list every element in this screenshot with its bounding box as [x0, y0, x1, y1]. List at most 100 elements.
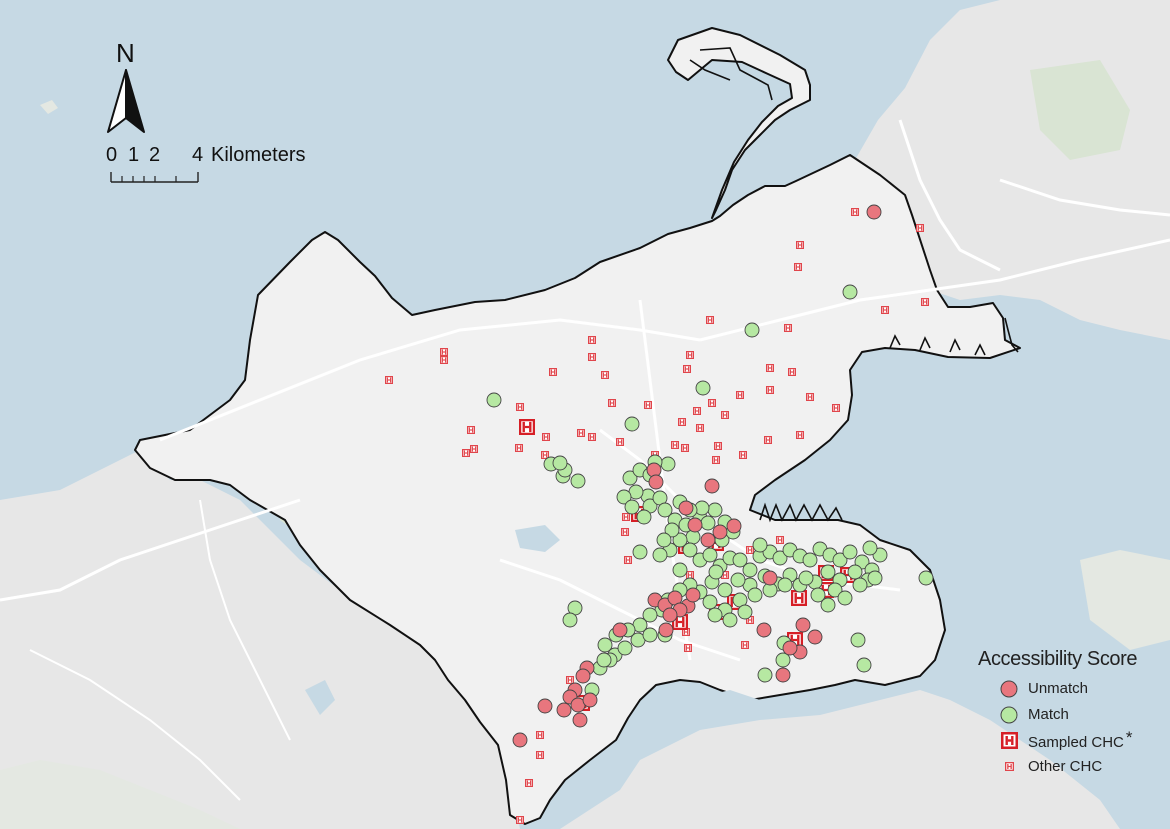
other-chc-marker	[683, 365, 691, 373]
other-chc-marker	[784, 324, 792, 332]
match-point	[617, 640, 633, 656]
match-point	[708, 564, 724, 580]
unmatch-point	[762, 570, 778, 586]
scale-label-2: 2	[149, 144, 161, 166]
unmatch-point	[662, 607, 678, 623]
match-point	[632, 544, 648, 560]
match-point	[730, 572, 746, 588]
other-chc-marker	[681, 444, 689, 452]
unmatch-point	[512, 732, 528, 748]
match-point	[624, 499, 640, 515]
other-chc-marker	[624, 556, 632, 564]
match-point	[707, 607, 723, 623]
match-point	[656, 532, 672, 548]
other-chc-marker	[796, 431, 804, 439]
match-point	[652, 547, 668, 563]
legend-label-match: Match	[1028, 706, 1069, 723]
legend-label-sampled-chc: Sampled CHC *	[1028, 728, 1133, 752]
other-chc-marker	[708, 399, 716, 407]
match-point	[717, 582, 733, 598]
other-chc-marker	[714, 442, 722, 450]
match-point	[702, 547, 718, 563]
other-chc-marker	[542, 433, 550, 441]
legend-item-sampled-chc: Sampled CHC *	[998, 728, 1168, 754]
legend-footnote-mark: *	[1125, 728, 1133, 747]
other-chc-marker	[644, 401, 652, 409]
other-chc-marker	[516, 816, 524, 824]
match-point	[862, 540, 878, 556]
sampled-chc-marker	[519, 419, 535, 435]
unmatch-point	[775, 667, 791, 683]
match-point	[852, 577, 868, 593]
other-chc-marker	[788, 368, 796, 376]
legend: Accessibility Score Unmatch Match Sample…	[978, 648, 1166, 778]
other-chc-marker	[706, 316, 714, 324]
match-point	[752, 537, 768, 553]
match-point	[695, 380, 711, 396]
unmatch-point	[866, 204, 882, 220]
other-chc-marker	[536, 751, 544, 759]
match-point	[700, 515, 716, 531]
other-chc-marker	[616, 438, 624, 446]
other-chc-marker	[588, 353, 596, 361]
other-chc-marker	[739, 451, 747, 459]
other-chc-marker	[525, 779, 533, 787]
match-point	[856, 657, 872, 673]
match-point	[802, 552, 818, 568]
sampled-chc-marker	[791, 590, 807, 606]
other-chc-marker	[806, 393, 814, 401]
other-chc-marker	[608, 399, 616, 407]
match-point	[702, 594, 718, 610]
other-chc-marker	[746, 546, 754, 554]
other-chc-marker	[766, 364, 774, 372]
match-point	[636, 509, 652, 525]
other-chc-marker	[921, 298, 929, 306]
unmatch-point	[685, 587, 701, 603]
scale-unit: Kilometers	[211, 144, 306, 166]
other-chc-marker	[671, 441, 679, 449]
unmatch-point	[678, 500, 694, 516]
other-chc-marker	[712, 456, 720, 464]
unmatch-circle-icon	[1000, 680, 1018, 698]
other-chc-marker	[385, 376, 393, 384]
map-figure: N 0 1 2 4 Kilometers Accessibility Score…	[0, 0, 1170, 829]
unmatch-point	[575, 668, 591, 684]
sampled-chc-hospital-icon	[1001, 732, 1018, 749]
match-point	[918, 570, 934, 586]
other-chc-marker	[601, 371, 609, 379]
match-point	[642, 627, 658, 643]
legend-label-unmatch: Unmatch	[1028, 680, 1089, 697]
unmatch-point	[700, 532, 716, 548]
match-point	[722, 612, 738, 628]
match-point	[742, 562, 758, 578]
legend-item-unmatch: Unmatch	[998, 678, 1168, 702]
other-chc-marker	[696, 424, 704, 432]
unmatch-point	[782, 640, 798, 656]
other-chc-marker	[881, 306, 889, 314]
match-point	[707, 502, 723, 518]
other-chc-marker	[678, 418, 686, 426]
match-point	[757, 667, 773, 683]
unmatch-point	[726, 518, 742, 534]
other-chc-marker	[621, 528, 629, 536]
other-chc-hospital-icon	[1005, 762, 1014, 771]
match-point	[847, 564, 863, 580]
other-chc-marker	[693, 407, 701, 415]
unmatch-point	[582, 692, 598, 708]
match-point	[486, 392, 502, 408]
match-point	[777, 577, 793, 593]
other-chc-marker	[741, 641, 749, 649]
other-chc-marker	[440, 348, 448, 356]
north-label: N	[116, 38, 135, 68]
other-chc-marker	[588, 336, 596, 344]
scale-label-1: 1	[128, 144, 140, 166]
unmatch-point	[712, 524, 728, 540]
match-point	[737, 604, 753, 620]
other-chc-marker	[588, 433, 596, 441]
unmatch-point	[648, 474, 664, 490]
other-chc-marker	[516, 403, 524, 411]
other-chc-marker	[766, 386, 774, 394]
other-chc-marker	[796, 241, 804, 249]
unmatch-point	[756, 622, 772, 638]
unmatch-point	[658, 622, 674, 638]
